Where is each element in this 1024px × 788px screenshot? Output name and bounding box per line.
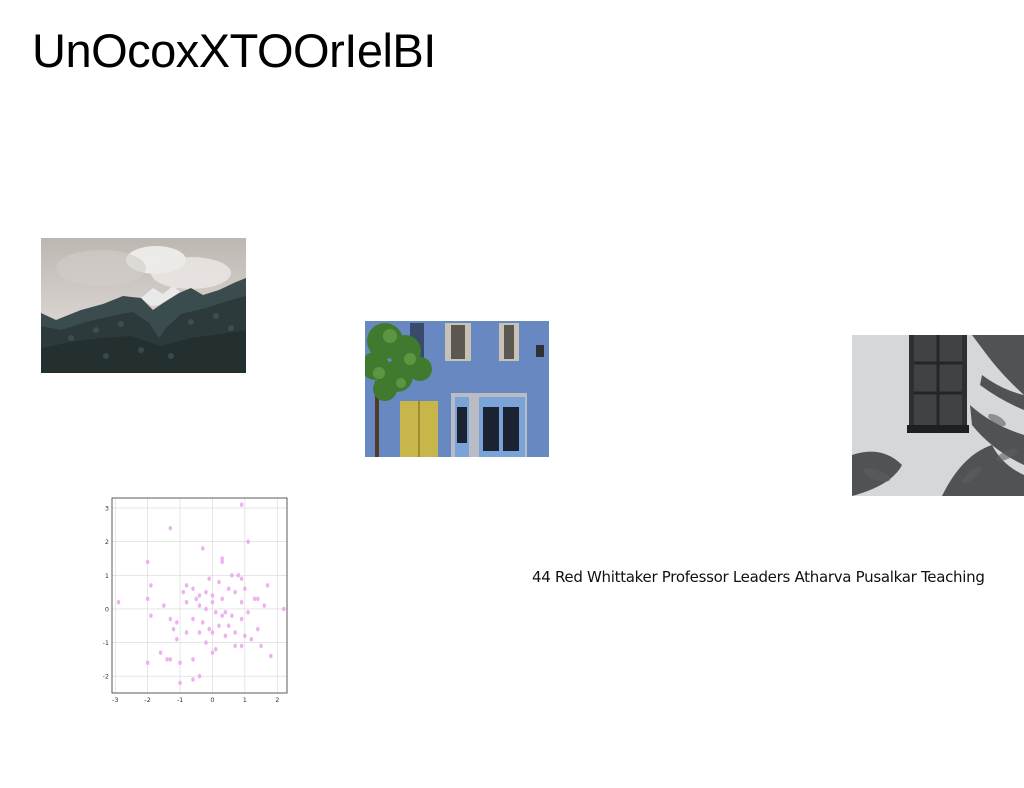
y-tick-label: -2: [103, 673, 109, 681]
scatter-point: [256, 626, 260, 632]
scatter-point: [220, 596, 224, 602]
scatter-point: [246, 539, 250, 545]
scatter-point: [210, 599, 215, 605]
y-tick-label: 3: [105, 505, 109, 513]
scatter-point: [239, 616, 244, 622]
scatter-point: [204, 640, 208, 645]
scatter-point: [200, 546, 205, 551]
scatter-point: [197, 603, 202, 608]
scatter-point: [191, 616, 195, 622]
scatter-point: [194, 596, 199, 602]
scatter-point: [213, 610, 218, 615]
scatter-point: [210, 630, 215, 635]
mountain-photo: [41, 238, 246, 373]
scatter-point: [149, 583, 153, 588]
scatter-point: [259, 643, 263, 649]
scatter-point: [191, 677, 195, 682]
scatter-point: [145, 660, 150, 666]
scatter-point: [178, 680, 182, 686]
blue-house-photo: [365, 321, 549, 457]
scatter-point: [197, 593, 202, 598]
scatter-point: [175, 636, 179, 642]
scatter-point: [217, 579, 221, 585]
scatter-point: [230, 613, 234, 618]
y-tick-label: 1: [105, 572, 109, 580]
x-tick-label: 1: [243, 696, 247, 704]
scatter-point: [243, 633, 247, 639]
scatter-point: [145, 596, 150, 602]
scatter-point: [197, 630, 202, 635]
scatter-point: [213, 646, 218, 652]
scatter-point: [184, 599, 189, 605]
scatter-point: [178, 660, 182, 666]
scatter-point: [184, 583, 189, 588]
scatter-point: [116, 599, 121, 605]
scatter-point: [191, 657, 195, 662]
scatter-point: [207, 626, 212, 632]
scatter-point: [175, 620, 179, 625]
scatter-point: [145, 559, 150, 565]
scatter-point: [239, 599, 244, 605]
scatter-point: [162, 603, 166, 608]
scatter-point: [226, 623, 231, 629]
scatter-point: [239, 643, 244, 649]
window-shadow-photo: [852, 335, 1024, 496]
y-tick-label: 2: [105, 538, 109, 546]
scatter-point: [184, 630, 189, 635]
scatter-point: [236, 573, 241, 578]
scatter-point: [220, 613, 224, 618]
x-tick-label: 0: [210, 696, 214, 704]
scatter-point: [223, 633, 228, 639]
page-title: UnOcoxXTOOrIelBI: [32, 24, 436, 77]
scatter-point: [165, 657, 169, 662]
x-tick-label: -3: [112, 696, 118, 704]
x-tick-label: -2: [144, 696, 150, 704]
scatter-point: [281, 606, 286, 612]
scatter-point: [265, 583, 270, 588]
scatter-point: [207, 576, 212, 581]
scatter-point: [158, 650, 163, 655]
scatter-point: [223, 610, 228, 615]
x-axis: -3 -2 -1 0 1 2: [112, 696, 279, 704]
scatter-point: [204, 606, 208, 612]
scatter-point: [204, 589, 208, 595]
scatter-point: [230, 573, 234, 578]
scatter-point: [149, 613, 153, 618]
scatter-points: [116, 502, 286, 686]
scatter-point: [239, 576, 244, 581]
scatter-point: [171, 626, 176, 632]
x-tick-label: -1: [177, 696, 183, 704]
scatter-point: [249, 636, 254, 642]
scatter-point: [168, 657, 173, 662]
y-tick-label: 0: [105, 605, 109, 613]
scatter-point: [217, 623, 221, 629]
scatter-point: [262, 603, 267, 608]
scatter-point: [226, 586, 231, 592]
scatter-point: [200, 620, 205, 625]
scatter-point: [191, 586, 195, 592]
scatter-point: [233, 643, 237, 649]
scatter-point: [210, 593, 215, 598]
scatter-point: [268, 653, 273, 659]
scatter-point: [181, 589, 186, 595]
scatter-point: [256, 596, 260, 602]
scatter-point: [243, 586, 247, 592]
scatter-point: [252, 596, 257, 602]
scatter-chart: -3 -2 -1 0 1 2 3 2 1 0 -1 -2: [103, 497, 288, 704]
scatter-point: [168, 525, 173, 531]
scatter-point: [210, 650, 215, 655]
scatter-point: [168, 616, 173, 622]
scatter-point: [246, 610, 250, 615]
scatter-point: [233, 630, 237, 635]
scatter-point: [220, 559, 224, 565]
x-tick-label: 2: [275, 696, 279, 704]
y-axis: 3 2 1 0 -1 -2: [103, 505, 109, 681]
scatter-point: [197, 673, 202, 679]
scatter-point: [239, 502, 244, 508]
caption-text: 44 Red Whittaker Professor Leaders Athar…: [532, 568, 985, 586]
y-tick-label: -1: [103, 639, 109, 647]
scatter-point: [233, 589, 237, 595]
